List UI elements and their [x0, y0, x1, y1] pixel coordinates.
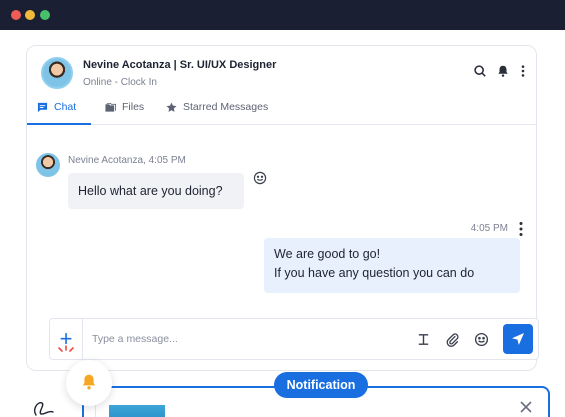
- send-button[interactable]: [503, 324, 533, 354]
- more-vertical-icon[interactable]: [516, 64, 530, 78]
- outgoing-message-line: We are good to go!: [274, 247, 381, 261]
- chat-icon: [37, 102, 48, 113]
- send-icon: [512, 333, 524, 345]
- window-close-button[interactable]: [11, 10, 21, 20]
- message-options-icon[interactable]: [517, 221, 525, 237]
- window-maximize-button[interactable]: [40, 10, 50, 20]
- contact-name: Nevine Acotanza | Sr. UI/UX Designer: [83, 59, 277, 71]
- tab-starred-label: Starred Messages: [183, 101, 269, 113]
- tab-chat[interactable]: Chat: [27, 101, 91, 125]
- attachment-icon[interactable]: [445, 332, 460, 347]
- message-sender-line: Nevine Acotanza, 4:05 PM: [68, 155, 186, 166]
- tab-files-label: Files: [122, 101, 145, 113]
- folder-icon: [105, 102, 116, 112]
- tab-files[interactable]: Files: [105, 101, 144, 125]
- tab-starred-messages[interactable]: Starred Messages: [166, 101, 268, 125]
- sender-avatar[interactable]: [36, 153, 60, 177]
- incoming-message-bubble[interactable]: Hello what are you doing?: [68, 173, 244, 209]
- bell-icon: [82, 374, 96, 390]
- chat-tabs: Chat Files Starred Messages: [27, 96, 536, 125]
- notification-thumbnail: [109, 405, 165, 417]
- sparkle-decoration: [58, 345, 74, 352]
- text-format-icon[interactable]: [416, 332, 431, 347]
- squiggle-decoration: [33, 402, 54, 416]
- notification-bell-button[interactable]: [66, 360, 112, 406]
- contact-avatar[interactable]: [41, 57, 73, 89]
- outgoing-message-line: If you have any question you can do: [274, 266, 475, 280]
- close-icon[interactable]: [519, 400, 533, 414]
- react-emoji-icon[interactable]: [253, 171, 267, 185]
- tab-chat-label: Chat: [54, 101, 77, 113]
- star-icon: [166, 102, 177, 112]
- notification-label: Notification: [274, 372, 368, 398]
- outgoing-message-time: 4:05 PM: [470, 223, 508, 234]
- search-icon[interactable]: [473, 64, 487, 78]
- message-composer: +: [49, 318, 539, 360]
- window-minimize-button[interactable]: [25, 10, 35, 20]
- emoji-icon[interactable]: [474, 332, 489, 347]
- notification-content: [95, 400, 565, 417]
- contact-status: Online - Clock In: [83, 77, 157, 88]
- outgoing-message-bubble[interactable]: We are good to go! If you have any quest…: [264, 238, 520, 293]
- window-titlebar: [0, 0, 565, 30]
- bell-icon[interactable]: [496, 64, 510, 78]
- message-input[interactable]: [92, 331, 392, 347]
